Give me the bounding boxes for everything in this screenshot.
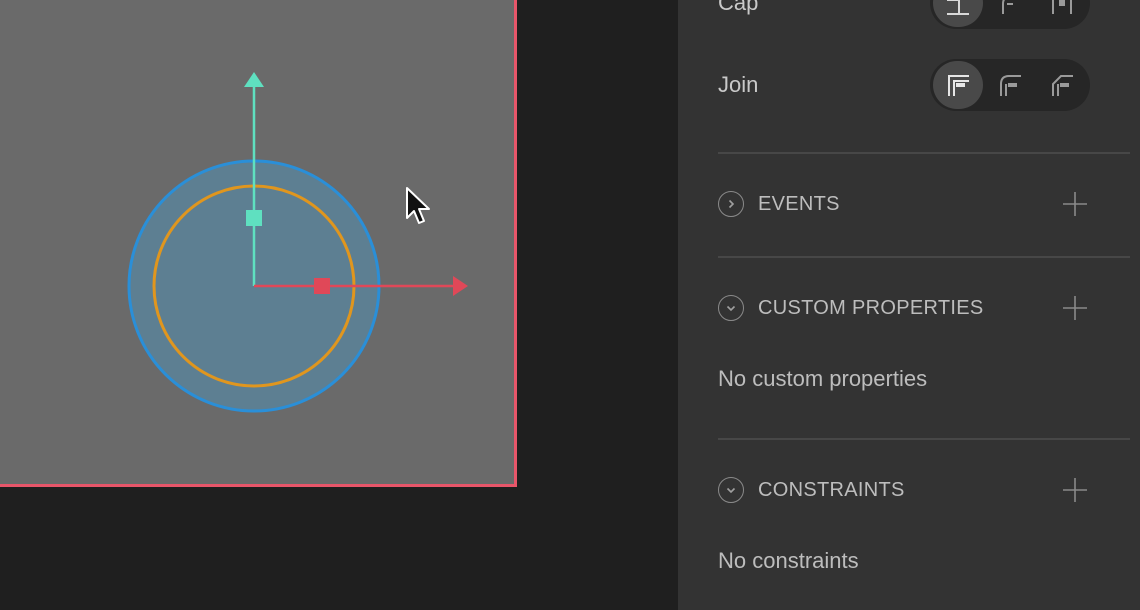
stage-overlay	[127, 72, 468, 413]
cap-segmented-control	[930, 0, 1090, 29]
y-axis-arrow-icon[interactable]	[244, 72, 264, 87]
mouse-pointer-icon	[406, 187, 430, 224]
butt-cap-button[interactable]	[933, 0, 983, 27]
round-join-icon	[1000, 75, 1021, 96]
constraints-expand-toggle[interactable]	[718, 477, 744, 503]
constraints-title: CONSTRAINTS	[758, 478, 905, 501]
chevron-right-icon	[728, 199, 735, 209]
plus-icon	[1063, 478, 1087, 502]
section-divider	[718, 256, 1130, 258]
cap-label: Cap	[718, 0, 759, 15]
no-custom-properties-text: No custom properties	[718, 366, 928, 391]
round-cap-button[interactable]	[985, 0, 1035, 27]
butt-cap-icon	[947, 0, 969, 15]
cap-row: Cap	[718, 0, 1090, 30]
chevron-down-icon	[726, 487, 736, 494]
inspector-panel: Cap Join EVENTS CUSTOM PROPERTIES No cus…	[678, 0, 1140, 610]
round-join-button[interactable]	[985, 61, 1035, 109]
square-cap-button[interactable]	[1037, 0, 1087, 27]
plus-icon	[1063, 192, 1087, 216]
miter-join-icon	[948, 75, 969, 96]
custom-properties-title: CUSTOM PROPERTIES	[758, 296, 984, 319]
stage-canvas[interactable]	[0, 0, 678, 610]
app-window: Cap Join EVENTS CUSTOM PROPERTIES No cus…	[0, 0, 1140, 610]
section-divider	[718, 152, 1130, 154]
join-label: Join	[718, 72, 759, 97]
round-cap-icon	[1002, 0, 1013, 14]
events-expand-toggle[interactable]	[718, 191, 744, 217]
events-section-header[interactable]: EVENTS	[718, 187, 1090, 221]
plus-icon	[1063, 296, 1087, 320]
custom-properties-expand-toggle[interactable]	[718, 295, 744, 321]
chevron-down-icon	[726, 305, 736, 312]
x-axis-arrow-icon[interactable]	[453, 276, 468, 296]
add-custom-property-button[interactable]	[1060, 293, 1090, 323]
x-scale-handle[interactable]	[314, 278, 330, 294]
square-cap-icon	[1052, 0, 1072, 14]
section-divider	[718, 438, 1130, 440]
add-constraint-button[interactable]	[1060, 475, 1090, 505]
custom-properties-section-header[interactable]: CUSTOM PROPERTIES	[718, 291, 1090, 325]
y-scale-handle[interactable]	[246, 210, 262, 226]
join-row: Join	[718, 58, 1090, 112]
no-constraints-text: No constraints	[718, 548, 859, 573]
bevel-join-icon	[1052, 75, 1073, 96]
join-segmented-control	[930, 59, 1090, 111]
events-title: EVENTS	[758, 192, 840, 215]
miter-join-button[interactable]	[933, 61, 983, 109]
constraints-section-header[interactable]: CONSTRAINTS	[718, 473, 1090, 507]
add-event-button[interactable]	[1060, 189, 1090, 219]
bevel-join-button[interactable]	[1037, 61, 1087, 109]
